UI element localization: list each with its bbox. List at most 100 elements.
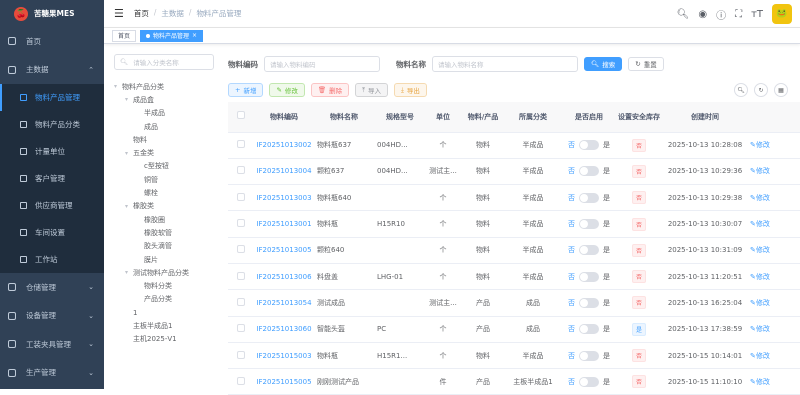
table-row[interactable]: IF20251013006 料盘盖 LHG-01 个物料 半成品否是否 2025-10-1…	[228, 263, 800, 291]
material-code-link[interactable]: IF20251013001	[254, 210, 314, 238]
sidebar-item-unit[interactable]: 计量单位	[0, 138, 104, 165]
row-checkbox[interactable]	[237, 376, 245, 385]
menu-production[interactable]: 生产管理 ⌄	[0, 359, 104, 388]
refresh-icon[interactable]: ↻	[754, 83, 768, 97]
table-row[interactable]: IF20251013002 物料瓶637 004HD... 个物料 半成品否是否 2025…	[228, 132, 800, 159]
sidebar-item-material-product[interactable]: 物料产品管理	[0, 84, 104, 111]
table-row[interactable]: IF20251015005 刚刚测试产品件产品 主板半成品1 否是否 2025-10-1…	[228, 368, 800, 395]
tree-node[interactable]: ▾ 测试物料产品分类	[114, 266, 214, 279]
table-row[interactable]: IF20251013054 测试成品 测试主... 产品 成品否是否 2025-10-13…	[228, 289, 800, 317]
caret-down-icon[interactable]: ▾	[125, 150, 133, 157]
app-logo[interactable]: 🍒 苦糖果MES	[0, 0, 104, 27]
export-button[interactable]: ⤓ 导出	[394, 83, 427, 97]
row-edit-link[interactable]: 修改	[756, 352, 770, 360]
material-code-link[interactable]: IF20251013054	[254, 289, 314, 317]
code-filter-input[interactable]: 请输入物料编码	[264, 56, 380, 72]
close-icon[interactable]: ×	[192, 32, 197, 39]
row-edit-link[interactable]: 修改	[756, 325, 770, 333]
caret-down-icon[interactable]: ▾	[125, 269, 133, 276]
tree-node[interactable]: 半成品	[114, 107, 214, 120]
enabled-switch[interactable]: 否是	[568, 219, 610, 230]
row-checkbox[interactable]	[237, 140, 245, 149]
breadcrumb-home[interactable]: 首页	[134, 8, 149, 19]
tree-node[interactable]: 1	[114, 306, 214, 319]
caret-down-icon[interactable]: ▾	[125, 203, 133, 210]
reset-button[interactable]: ↻ 重置	[628, 57, 664, 71]
name-filter-input[interactable]: 请输入物料名称	[432, 56, 578, 72]
tree-node[interactable]: 物料	[114, 133, 214, 146]
material-code-link[interactable]: IF20251013006	[254, 263, 314, 291]
row-edit-link[interactable]: 修改	[756, 194, 770, 202]
tree-node[interactable]: 橡胶软管	[114, 226, 214, 239]
tree-node[interactable]: 橡胶圈	[114, 213, 214, 226]
avatar[interactable]: 🐸	[772, 4, 792, 24]
material-code-link[interactable]: IF20251015005	[254, 368, 314, 395]
tree-node[interactable]: 膜片	[114, 253, 214, 266]
material-code-link[interactable]: IF20251013004	[254, 158, 314, 186]
row-edit-link[interactable]: 修改	[756, 273, 770, 281]
search-button[interactable]: 🔍︎ 搜索	[584, 57, 623, 71]
menu-home[interactable]: 首页	[0, 27, 104, 56]
enabled-switch[interactable]: 否是	[568, 140, 610, 151]
add-button[interactable]: + 新增	[228, 83, 264, 97]
menu-warehouse[interactable]: 仓储管理 ⌄	[0, 273, 104, 302]
table-row[interactable]: IF20251013001 物料瓶 H15R10 个物料 半成品否是否 2025-10-1…	[228, 210, 800, 238]
row-edit-link[interactable]: 修改	[756, 141, 770, 149]
enabled-switch[interactable]: 否是	[568, 192, 610, 203]
caret-down-icon[interactable]: ▾	[114, 83, 122, 90]
menu-equipment[interactable]: 设备管理 ⌄	[0, 302, 104, 331]
menu-master-data[interactable]: 主数据 ⌃	[0, 56, 104, 85]
tab-material-product[interactable]: 物料产品管理 ×	[140, 29, 204, 42]
font-size-icon[interactable]: ᴛT	[751, 9, 763, 20]
search-toggle-icon[interactable]: 🔍︎	[734, 83, 748, 97]
enabled-switch[interactable]: 否是	[568, 166, 610, 177]
help-icon[interactable]: ⓘ	[716, 7, 726, 22]
tree-node[interactable]: 主板半成品1	[114, 319, 214, 332]
table-row[interactable]: IF20251013004 颗粒637 004HD... 测试主... 物料 半成品否是否…	[228, 158, 800, 186]
breadcrumb-master-data[interactable]: 主数据	[161, 8, 184, 19]
tree-node[interactable]: 物料分类	[114, 279, 214, 292]
select-all-checkbox[interactable]	[237, 111, 245, 120]
caret-down-icon[interactable]: ▾	[125, 96, 133, 103]
row-checkbox[interactable]	[237, 324, 245, 333]
tree-node[interactable]: ▾ 成品盒	[114, 93, 214, 106]
sidebar-item-workstation[interactable]: 工作站	[0, 246, 104, 273]
row-edit-link[interactable]: 修改	[756, 299, 770, 307]
enabled-switch[interactable]: 否是	[568, 350, 610, 361]
material-code-link[interactable]: IF20251013005	[254, 237, 314, 264]
row-edit-link[interactable]: 修改	[756, 246, 770, 254]
row-edit-link[interactable]: 修改	[756, 220, 770, 228]
tab-home[interactable]: 首页	[112, 29, 137, 42]
material-code-link[interactable]: IF20251013003	[254, 184, 314, 212]
table-row[interactable]: IF20251013005 颗粒640 个物料 半成品否是否 2025-10-13 10…	[228, 237, 800, 264]
sidebar-item-supplier[interactable]: 供应商管理	[0, 192, 104, 219]
tree-node[interactable]: ▾ 物料产品分类	[114, 80, 214, 93]
tree-node[interactable]: 胶头滴管	[114, 240, 214, 253]
enabled-switch[interactable]: 否是	[568, 324, 610, 335]
columns-icon[interactable]: ▦	[774, 83, 788, 97]
row-checkbox[interactable]	[237, 350, 245, 359]
tree-node[interactable]: 产品分类	[114, 293, 214, 306]
menu-tooling[interactable]: 工装夹具管理 ⌄	[0, 330, 104, 359]
edit-button[interactable]: ✎ 修改	[269, 83, 305, 97]
github-icon[interactable]: ◉	[698, 9, 707, 20]
enabled-switch[interactable]: 否是	[568, 297, 610, 308]
delete-button[interactable]: 🗑︎ 删除	[310, 83, 350, 97]
table-row[interactable]: IF20251013003 物料瓶640 个物料 半成品否是否 2025-10-13 1…	[228, 184, 800, 212]
row-edit-link[interactable]: 修改	[756, 378, 770, 386]
search-icon[interactable]: 🔍︎	[677, 9, 690, 20]
tree-node[interactable]: ▾ 橡胶类	[114, 200, 214, 213]
sidebar-item-workshop[interactable]: 车间设置	[0, 219, 104, 246]
tree-node[interactable]: c型按钮	[114, 160, 214, 173]
row-edit-link[interactable]: 修改	[756, 167, 770, 175]
row-checkbox[interactable]	[237, 219, 245, 228]
material-code-link[interactable]: IF20251013002	[254, 132, 314, 159]
material-code-link[interactable]: IF20251015003	[254, 342, 314, 370]
tree-node[interactable]: 铜管	[114, 173, 214, 186]
tree-node[interactable]: 螺栓	[114, 186, 214, 199]
category-search-input[interactable]: 🔍︎ 请输入分类名称	[114, 54, 214, 70]
row-checkbox[interactable]	[237, 166, 245, 175]
hamburger-icon[interactable]: ☰	[114, 7, 124, 20]
tree-node[interactable]: 主机2025-V1	[114, 333, 214, 346]
material-code-link[interactable]: IF20251013060	[254, 316, 314, 343]
